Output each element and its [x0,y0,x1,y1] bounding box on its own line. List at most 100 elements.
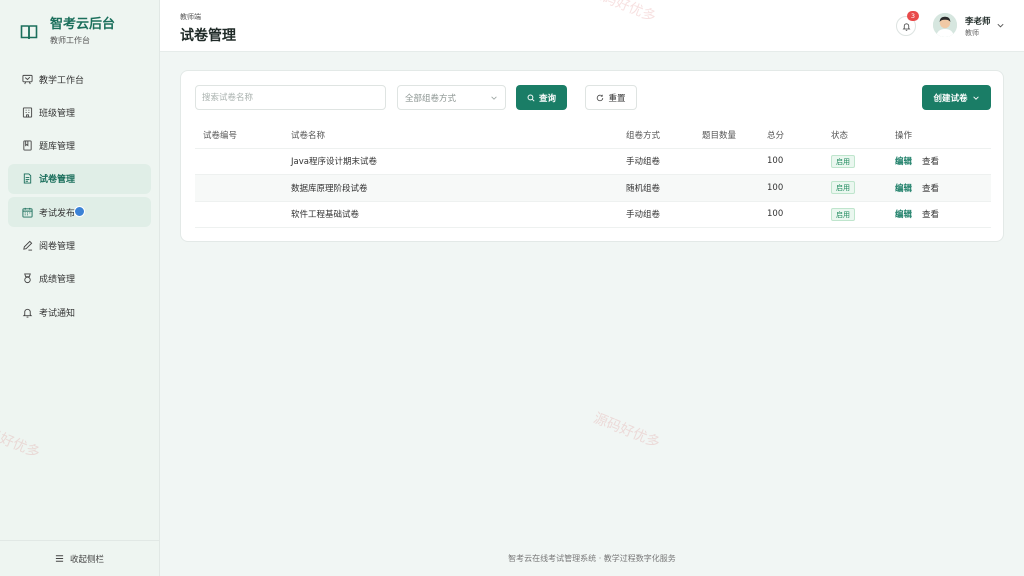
user-avatar-icon [933,13,957,37]
reset-button-label: 重置 [608,93,626,104]
sidebar-item-exam-notice[interactable]: 考试通知 [8,297,151,327]
sidebar-item-label: 试卷管理 [39,175,76,186]
notification-badge: 3 [907,11,919,21]
document-icon [23,173,32,184]
create-paper-button[interactable]: 创建试卷 [922,85,991,110]
cell-count [702,174,767,202]
cell-mode: 手动组卷 [626,148,702,175]
status-badge: 启用 [831,207,855,221]
cell-status: 启用 [831,174,895,202]
medal-icon [24,273,31,284]
edit-link[interactable]: 编辑 [895,210,912,220]
sidebar-item-label: 阅卷管理 [39,241,76,252]
column-header-actions: 操作 [895,122,991,149]
collapse-sidebar-label: 收起侧栏 [69,554,104,565]
create-paper-label: 创建试卷 [933,93,968,104]
brand-subtitle: 教师工作台 [50,36,90,45]
chevron-down-icon [491,96,497,100]
cell-id [195,201,291,228]
cell-count [702,148,767,175]
sidebar-item-paper-management[interactable]: 试卷管理 [8,163,151,194]
table-header-row: 试卷编号 试卷名称 组卷方式 题目数量 总分 状态 操作 [195,122,991,149]
paper-table: 试卷编号 试卷名称 组卷方式 题目数量 总分 状态 操作 Java程序设计期末试… [195,122,991,228]
building-icon [22,107,33,118]
paper-list-card: 全部组卷方式 查询 重置 创建试卷 试卷编号 试卷名称 组卷方式 题目数量 总分… [180,70,1004,242]
refresh-icon [597,94,604,101]
page-title: 试卷管理 [180,28,236,44]
column-header-status: 状态 [831,122,895,149]
collapse-sidebar-button[interactable]: 收起侧栏 [0,540,159,576]
sidebar-item-label: 考试发布 [39,208,76,219]
chalkboard-icon [22,74,33,84]
cell-id [195,174,291,202]
cell-name: Java程序设计期末试卷 [291,148,626,175]
cell-actions: 编辑 查看 [895,148,991,175]
view-link[interactable]: 查看 [922,157,939,167]
edit-link[interactable]: 编辑 [895,157,912,167]
watermark: 源码好优多 [591,410,663,452]
chevron-down-icon [972,95,979,100]
notification-button[interactable]: 3 [896,11,919,36]
pen-icon [23,240,33,251]
book-logo-icon [20,24,38,39]
user-role: 教师 [965,29,979,37]
status-badge: 启用 [831,181,855,195]
cell-count [702,201,767,228]
column-header-id: 试卷编号 [195,122,291,149]
cell-mode: 随机组卷 [626,174,702,202]
compose-mode-select[interactable]: 全部组卷方式 [397,85,506,110]
bell-icon [902,22,910,31]
sidebar-item-label: 考试通知 [39,308,76,319]
cell-name: 软件工程基础试卷 [291,201,626,228]
cell-score: 100 [767,174,831,202]
sidebar-item-question-bank[interactable]: 题库管理 [8,131,151,161]
cell-actions: 编辑 查看 [895,201,991,228]
column-header-count: 题目数量 [702,122,767,149]
sidebar-item-teaching-dashboard[interactable]: 教学工作台 [8,64,151,94]
avatar[interactable] [933,13,957,37]
search-input[interactable] [195,85,386,110]
sidebar-item-label: 班级管理 [39,108,76,119]
menu-icon [55,555,64,562]
calendar-icon [22,207,33,218]
bell-icon [22,308,33,318]
chevron-down-icon[interactable] [996,21,1005,30]
sidebar-item-grading[interactable]: 阅卷管理 [8,230,151,260]
column-header-mode: 组卷方式 [626,122,702,149]
cell-id [195,148,291,175]
top-header: 教师端 试卷管理 3 李老师 教师 [160,0,1024,52]
reset-button[interactable]: 重置 [585,85,637,110]
table-row: Java程序设计期末试卷 手动组卷 100 启用 编辑 查看 [195,148,991,175]
cell-actions: 编辑 查看 [895,174,991,202]
column-header-score: 总分 [767,122,831,149]
sidebar-item-exam-publish[interactable]: 考试发布 [8,197,151,228]
sidebar-item-label: 教学工作台 [39,75,85,86]
column-header-name: 试卷名称 [291,122,626,149]
sidebar-item-label: 题库管理 [39,142,76,153]
cursor-indicator [74,206,85,218]
view-link[interactable]: 查看 [922,184,939,194]
brand: 智考云后台 教师工作台 [0,0,159,52]
book-icon [23,140,32,151]
table-row: 数据库原理阶段试卷 随机组卷 100 启用 编辑 查看 [195,174,991,202]
table-row: 软件工程基础试卷 手动组卷 100 启用 编辑 查看 [195,201,991,228]
sidebar-item-score-management[interactable]: 成绩管理 [8,264,151,294]
cell-score: 100 [767,201,831,228]
view-link[interactable]: 查看 [922,210,939,220]
cell-name: 数据库原理阶段试卷 [291,174,626,202]
query-button-label: 查询 [538,93,556,104]
brand-title: 智考云后台 [50,17,116,32]
user-name[interactable]: 李老师 [965,15,991,27]
edit-link[interactable]: 编辑 [895,184,912,194]
status-badge: 启用 [831,154,855,168]
sidebar-item-label: 成绩管理 [39,275,76,286]
sidebar: 智考云后台 教师工作台 教学工作台 班级管理 题库管理 试卷管理 考试发布 阅卷… [0,0,160,576]
footer-text: 智考云在线考试管理系统 · 教学过程数字化服务 [508,554,676,563]
cell-status: 启用 [831,201,895,228]
breadcrumb[interactable]: 教师端 [180,12,201,22]
sidebar-item-class-management[interactable]: 班级管理 [8,97,151,127]
cell-score: 100 [767,148,831,175]
sidebar-nav: 教学工作台 班级管理 题库管理 试卷管理 考试发布 阅卷管理 成绩管理 考试通知 [0,64,159,327]
query-button[interactable]: 查询 [516,85,567,110]
cell-status: 启用 [831,148,895,175]
